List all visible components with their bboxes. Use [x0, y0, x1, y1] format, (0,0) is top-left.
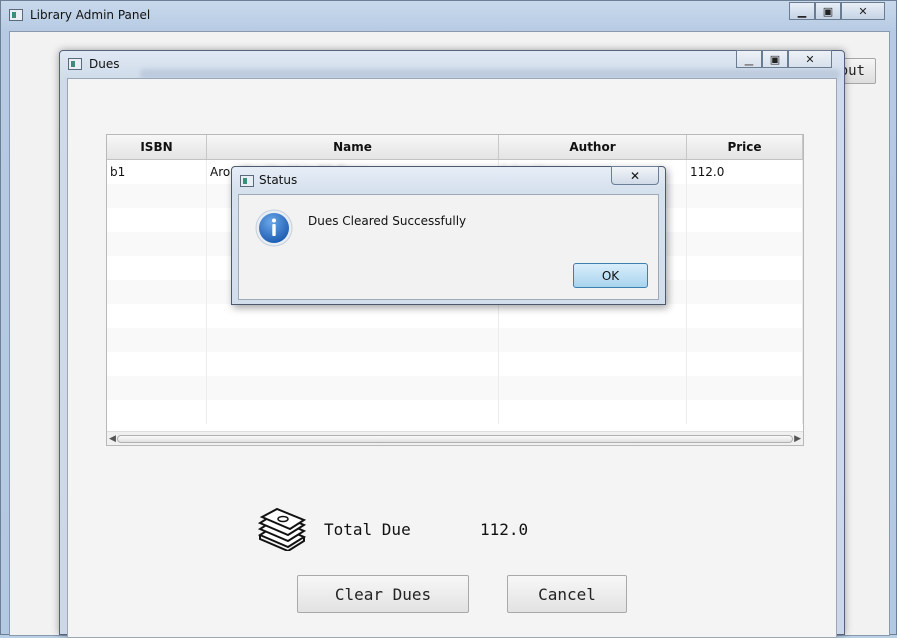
status-dialog-client: Dues Cleared Successfully OK	[238, 194, 659, 300]
money-stack-icon	[258, 507, 306, 551]
dues-window: Dues ▁ ▣ ✕ ISBN Name Author Price b1 Aro…	[59, 50, 845, 638]
horizontal-scrollbar[interactable]: ◀ ▶	[107, 431, 803, 445]
maximize-icon[interactable]: ▣	[762, 50, 788, 68]
status-dialog-icon	[240, 175, 254, 187]
cell-isbn: b1	[107, 160, 207, 184]
main-window-title: Library Admin Panel	[30, 8, 151, 22]
close-icon[interactable]: ✕	[788, 50, 832, 68]
close-icon[interactable]: ✕	[611, 166, 659, 185]
dues-window-client: ISBN Name Author Price b1 Arou the World…	[67, 78, 837, 638]
close-icon[interactable]: ✕	[841, 2, 885, 20]
scrollbar-thumb[interactable]	[117, 435, 793, 443]
column-header-author[interactable]: Author	[499, 135, 687, 159]
table-header: ISBN Name Author Price	[107, 135, 803, 160]
dues-window-icon	[68, 58, 82, 70]
table-row	[107, 352, 803, 376]
table-row	[107, 400, 803, 424]
dues-caption-buttons: ▁ ▣ ✕	[736, 50, 832, 68]
scroll-right-icon[interactable]: ▶	[794, 434, 801, 444]
column-header-price[interactable]: Price	[687, 135, 803, 159]
app-icon	[9, 9, 23, 21]
total-due-value: 112.0	[480, 520, 529, 539]
cancel-button[interactable]: Cancel	[507, 575, 627, 613]
total-due-label: Total Due	[324, 520, 411, 539]
clear-dues-button[interactable]: Clear Dues	[297, 575, 469, 613]
table-row	[107, 328, 803, 352]
scroll-left-icon[interactable]: ◀	[109, 434, 116, 444]
minimize-icon[interactable]: ▁	[736, 50, 762, 68]
table-row	[107, 304, 803, 328]
cell-price: 112.0	[687, 160, 803, 184]
table-row	[107, 376, 803, 400]
dues-window-title: Dues	[89, 57, 120, 71]
ok-button[interactable]: OK	[573, 263, 648, 288]
column-header-name[interactable]: Name	[207, 135, 499, 159]
minimize-icon[interactable]: ▁	[789, 2, 815, 20]
status-message: Dues Cleared Successfully	[308, 214, 467, 228]
info-icon	[255, 209, 293, 247]
main-caption-buttons: ▁ ▣ ✕	[789, 2, 885, 20]
maximize-icon[interactable]: ▣	[815, 2, 841, 20]
status-dialog-title: Status	[259, 173, 298, 187]
status-dialog: Status ✕ Dues Cleared Successfully OK	[231, 166, 666, 305]
column-header-isbn[interactable]: ISBN	[107, 135, 207, 159]
